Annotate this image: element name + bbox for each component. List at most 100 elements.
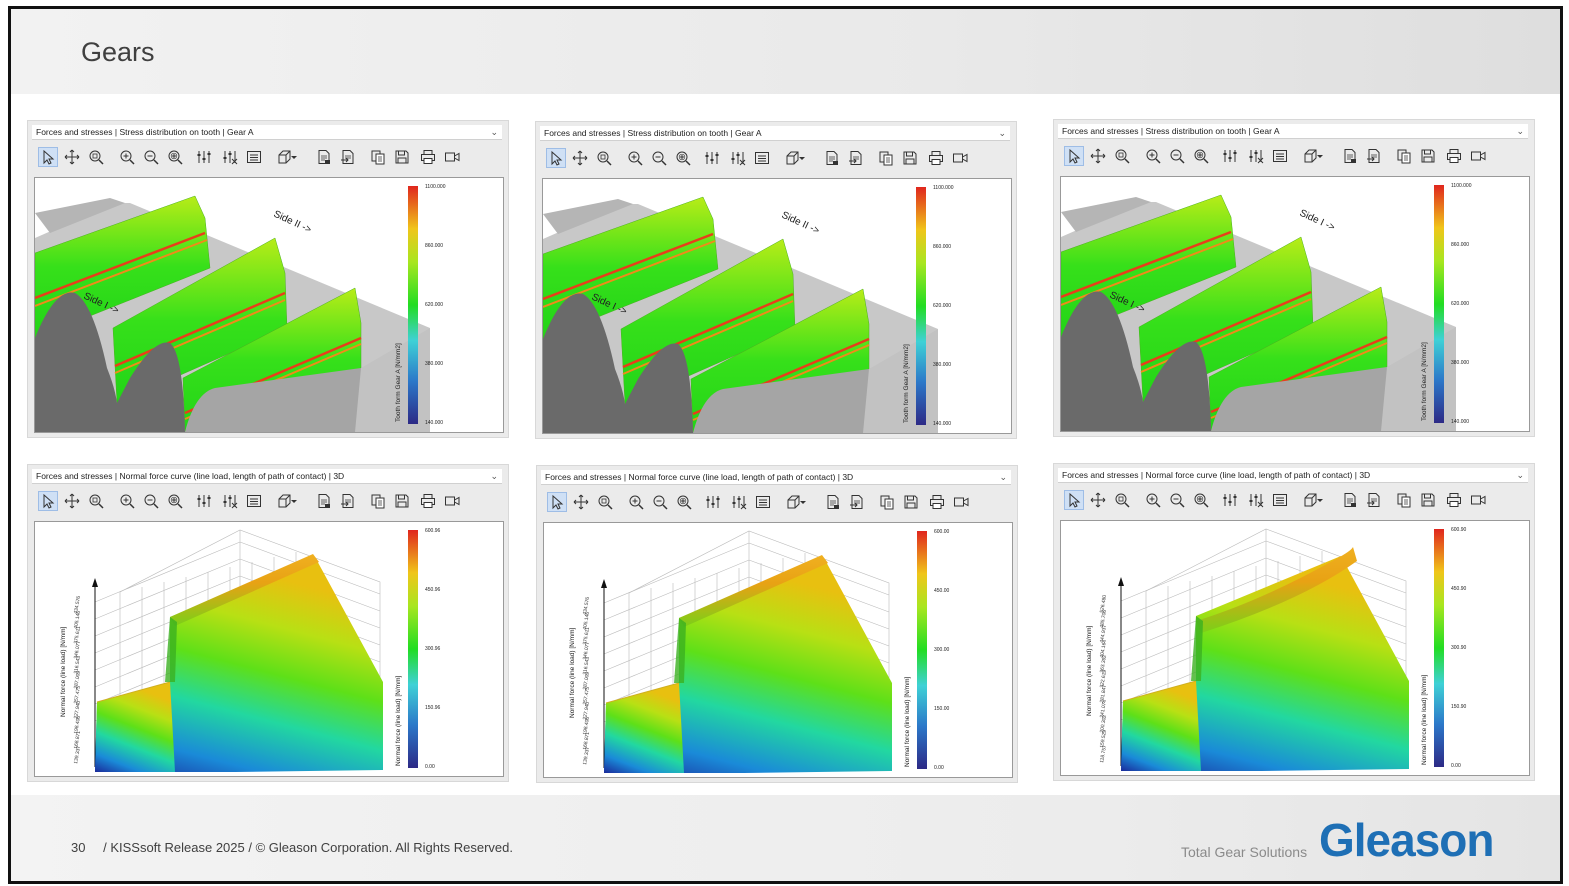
chevron-down-icon[interactable]: ⌄ bbox=[999, 470, 1007, 484]
tooth-stress-view[interactable]: Side II -> Side I -> 1100.000 860.000 620.00… bbox=[542, 178, 1012, 434]
export-icon[interactable] bbox=[338, 147, 358, 167]
chevron-down-icon[interactable]: ⌄ bbox=[490, 125, 498, 139]
video-icon[interactable] bbox=[1468, 146, 1488, 166]
legend-icon[interactable] bbox=[752, 148, 772, 168]
copy-icon[interactable] bbox=[368, 147, 388, 167]
zoom-in-icon[interactable] bbox=[117, 147, 137, 167]
sliders-icon[interactable] bbox=[194, 491, 214, 511]
move-icon[interactable] bbox=[62, 147, 82, 167]
force-3d-plot[interactable]: 526.480 485.706 444.937 404.164 363.392 322.6… bbox=[1060, 520, 1530, 776]
save-icon[interactable] bbox=[1418, 490, 1438, 510]
video-icon[interactable] bbox=[442, 147, 462, 167]
sliders-alt-icon[interactable] bbox=[1246, 490, 1266, 510]
sliders-alt-icon[interactable] bbox=[220, 491, 240, 511]
zoom-window-icon[interactable] bbox=[1112, 146, 1132, 166]
force-3d-plot[interactable]: 434.576 405.146 375.611 346.077 316.543 287.0… bbox=[543, 522, 1013, 778]
report-icon[interactable] bbox=[1340, 490, 1360, 510]
sliders-icon[interactable] bbox=[1220, 146, 1240, 166]
copy-icon[interactable] bbox=[1394, 490, 1414, 510]
zoom-window-icon[interactable] bbox=[86, 147, 106, 167]
report-icon[interactable] bbox=[314, 147, 334, 167]
zoom-fit-icon[interactable] bbox=[165, 491, 185, 511]
report-icon[interactable] bbox=[314, 491, 334, 511]
zoom-in-icon[interactable] bbox=[626, 492, 646, 512]
sliders-icon[interactable] bbox=[702, 148, 722, 168]
zoom-fit-icon[interactable] bbox=[673, 148, 693, 168]
zoom-in-icon[interactable] bbox=[1143, 146, 1163, 166]
print-icon[interactable] bbox=[926, 148, 946, 168]
zoom-fit-icon[interactable] bbox=[1191, 490, 1211, 510]
panel-view-selector[interactable]: Forces and stresses | Stress distributio… bbox=[1058, 124, 1528, 139]
move-icon[interactable] bbox=[62, 491, 82, 511]
legend-icon[interactable] bbox=[244, 147, 264, 167]
zoom-out-icon[interactable] bbox=[141, 147, 161, 167]
video-icon[interactable] bbox=[950, 148, 970, 168]
export-icon[interactable] bbox=[1364, 490, 1384, 510]
print-icon[interactable] bbox=[927, 492, 947, 512]
select-arrow-icon[interactable] bbox=[1064, 146, 1084, 166]
legend-icon[interactable] bbox=[1270, 146, 1290, 166]
export-icon[interactable] bbox=[847, 492, 867, 512]
move-icon[interactable] bbox=[571, 492, 591, 512]
save-icon[interactable] bbox=[900, 148, 920, 168]
panel-view-selector[interactable]: Forces and stresses | Stress distributio… bbox=[540, 126, 1010, 141]
chevron-down-icon[interactable]: ⌄ bbox=[490, 469, 498, 483]
save-icon[interactable] bbox=[1418, 146, 1438, 166]
video-icon[interactable] bbox=[442, 491, 462, 511]
force-3d-plot[interactable]: 434.576 405.146 375.611 346.077 316.543 287.0… bbox=[34, 521, 504, 777]
zoom-in-icon[interactable] bbox=[1143, 490, 1163, 510]
copy-icon[interactable] bbox=[877, 492, 897, 512]
zoom-window-icon[interactable] bbox=[595, 492, 615, 512]
chevron-down-icon[interactable]: ⌄ bbox=[998, 126, 1006, 140]
zoom-fit-icon[interactable] bbox=[165, 147, 185, 167]
copy-icon[interactable] bbox=[876, 148, 896, 168]
select-arrow-icon[interactable] bbox=[547, 492, 567, 512]
print-icon[interactable] bbox=[418, 491, 438, 511]
sliders-alt-icon[interactable] bbox=[729, 492, 749, 512]
zoom-fit-icon[interactable] bbox=[1191, 146, 1211, 166]
export-icon[interactable] bbox=[1364, 146, 1384, 166]
sliders-icon[interactable] bbox=[194, 147, 214, 167]
print-icon[interactable] bbox=[418, 147, 438, 167]
sliders-icon[interactable] bbox=[703, 492, 723, 512]
panel-view-selector[interactable]: Forces and stresses | Normal force curve… bbox=[32, 469, 502, 484]
view-dropdown-icon[interactable] bbox=[799, 492, 807, 512]
zoom-in-icon[interactable] bbox=[117, 491, 137, 511]
view-dropdown-icon[interactable] bbox=[290, 147, 298, 167]
view-dropdown-icon[interactable] bbox=[798, 148, 806, 168]
chevron-down-icon[interactable]: ⌄ bbox=[1516, 124, 1524, 138]
export-icon[interactable] bbox=[846, 148, 866, 168]
sliders-alt-icon[interactable] bbox=[220, 147, 240, 167]
zoom-out-icon[interactable] bbox=[1167, 490, 1187, 510]
panel-view-selector[interactable]: Forces and stresses | Normal force curve… bbox=[541, 470, 1011, 485]
legend-icon[interactable] bbox=[244, 491, 264, 511]
save-icon[interactable] bbox=[901, 492, 921, 512]
tooth-stress-view[interactable]: Side I -> Side I -> 1100.000 860.000 620.000… bbox=[1060, 176, 1530, 432]
export-icon[interactable] bbox=[338, 491, 358, 511]
copy-icon[interactable] bbox=[1394, 146, 1414, 166]
zoom-window-icon[interactable] bbox=[86, 491, 106, 511]
zoom-out-icon[interactable] bbox=[141, 491, 161, 511]
sliders-icon[interactable] bbox=[1220, 490, 1240, 510]
sliders-alt-icon[interactable] bbox=[728, 148, 748, 168]
report-icon[interactable] bbox=[823, 492, 843, 512]
select-arrow-icon[interactable] bbox=[546, 148, 566, 168]
save-icon[interactable] bbox=[392, 147, 412, 167]
view-dropdown-icon[interactable] bbox=[290, 491, 298, 511]
move-icon[interactable] bbox=[570, 148, 590, 168]
select-arrow-icon[interactable] bbox=[1064, 490, 1084, 510]
video-icon[interactable] bbox=[1468, 490, 1488, 510]
sliders-alt-icon[interactable] bbox=[1246, 146, 1266, 166]
move-icon[interactable] bbox=[1088, 490, 1108, 510]
legend-icon[interactable] bbox=[753, 492, 773, 512]
select-arrow-icon[interactable] bbox=[38, 491, 58, 511]
zoom-window-icon[interactable] bbox=[1112, 490, 1132, 510]
tooth-stress-view[interactable]: Side II -> Side I -> 1100.000 860.000 620.00… bbox=[34, 177, 504, 433]
print-icon[interactable] bbox=[1444, 146, 1464, 166]
move-icon[interactable] bbox=[1088, 146, 1108, 166]
zoom-out-icon[interactable] bbox=[649, 148, 669, 168]
report-icon[interactable] bbox=[1340, 146, 1360, 166]
save-icon[interactable] bbox=[392, 491, 412, 511]
zoom-fit-icon[interactable] bbox=[674, 492, 694, 512]
print-icon[interactable] bbox=[1444, 490, 1464, 510]
